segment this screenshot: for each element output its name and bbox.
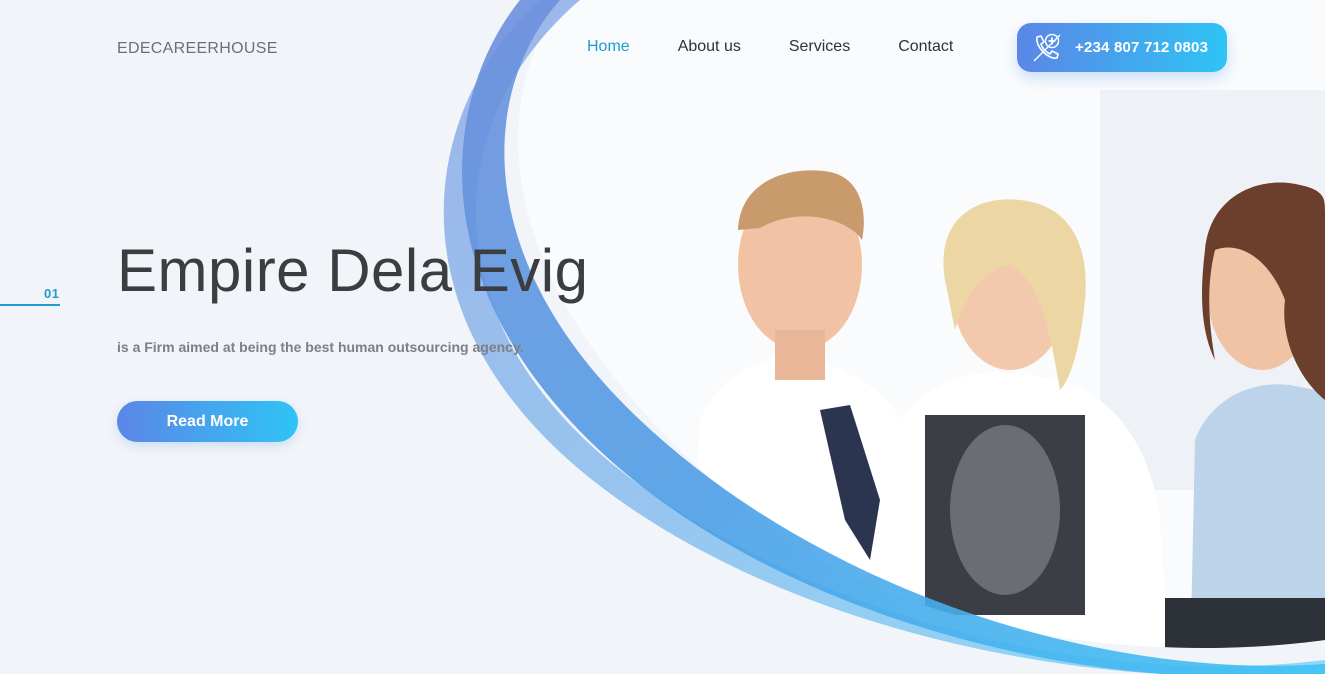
read-more-button[interactable]: Read More	[117, 401, 298, 442]
nav-item-services[interactable]: Services	[789, 37, 850, 57]
hero-image	[443, 0, 1325, 674]
hero-subtitle: is a Firm aimed at being the best human …	[117, 339, 524, 355]
site-logo[interactable]: EDECAREERHOUSE	[117, 40, 278, 58]
nav-item-about[interactable]: About us	[678, 37, 741, 57]
landing-page: EDECAREERHOUSE Home About us Services Co…	[0, 0, 1325, 674]
slide-number: 01	[44, 286, 60, 301]
phone-button[interactable]: +234 807 712 0803	[1017, 23, 1227, 72]
nav-item-contact[interactable]: Contact	[898, 37, 953, 57]
phone-medical-icon	[1033, 33, 1061, 61]
nav-item-home[interactable]: Home	[587, 37, 630, 57]
main-nav: Home About us Services Contact	[587, 37, 1001, 57]
hero-title: Empire Dela Evig	[117, 237, 589, 304]
phone-number: +234 807 712 0803	[1075, 39, 1209, 56]
slide-indicator-line	[0, 304, 60, 306]
